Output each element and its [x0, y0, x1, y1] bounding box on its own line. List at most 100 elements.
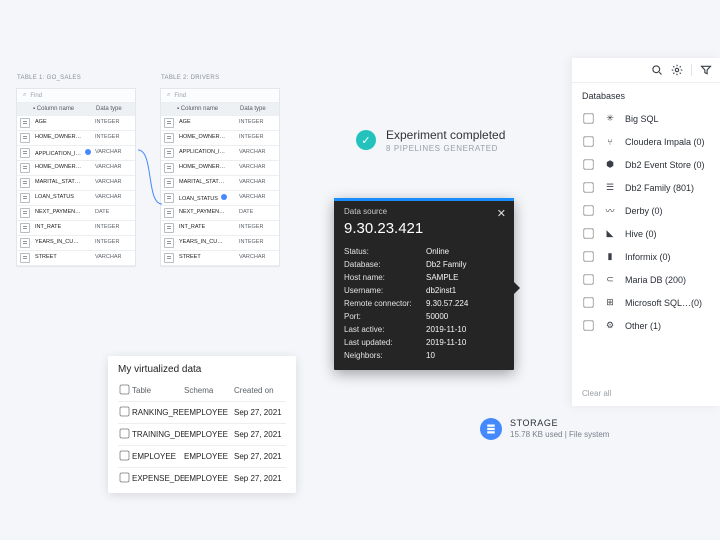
column-row[interactable]: HOME_OWNER…VARCHAR: [17, 161, 135, 176]
vd-schema: EMPLOYEE: [184, 408, 234, 417]
database-label: Cloudera Impala (0): [625, 137, 705, 147]
vd-schema: EMPLOYEE: [184, 452, 234, 461]
database-icon: 〰: [603, 204, 617, 217]
column-row[interactable]: INT_RATEINTEGER: [161, 221, 279, 236]
schema-table-1: Table 1: GO_SALES ⌕ Find ▪ Column name D…: [16, 88, 136, 267]
schema-table-1-header: ▪ Column name Data type: [17, 103, 135, 116]
column-row[interactable]: APPLICATION_I…VARCHAR: [161, 146, 279, 161]
column-icon: [20, 208, 30, 218]
schema-table-1-search[interactable]: ⌕ Find: [17, 89, 135, 103]
database-checkbox[interactable]: [583, 159, 593, 169]
column-row[interactable]: HOME_OWNER…INTEGER: [17, 131, 135, 146]
database-icon: ⊞: [603, 297, 617, 308]
column-icon: [20, 148, 30, 158]
vd-schema: EMPLOYEE: [184, 474, 234, 483]
column-row[interactable]: STREETVARCHAR: [161, 251, 279, 266]
ds-value: 50000: [426, 312, 448, 321]
column-icon: [164, 148, 174, 158]
column-icon: [20, 238, 30, 248]
database-item[interactable]: ⊞Microsoft SQL…(0): [572, 291, 720, 314]
column-name: NEXT_PAYMEN…: [33, 206, 93, 220]
column-row[interactable]: APPLICATION_I… VARCHAR: [17, 146, 135, 161]
column-row[interactable]: YEARS_IN_CU…INTEGER: [161, 236, 279, 251]
column-row[interactable]: YEARS_IN_CU…INTEGER: [17, 236, 135, 251]
row-checkbox[interactable]: [120, 451, 130, 461]
clear-all-button[interactable]: Clear all: [572, 381, 720, 406]
database-checkbox[interactable]: [583, 228, 593, 238]
column-row[interactable]: LOAN_STATUSVARCHAR: [17, 191, 135, 206]
vd-table-name: EMPLOYEE: [132, 452, 184, 461]
row-checkbox[interactable]: [120, 429, 130, 439]
table-row[interactable]: EXPENSE_DETAILEMPLOYEESep 27, 2021: [118, 468, 286, 489]
close-icon[interactable]: ✕: [497, 207, 506, 220]
ds-key: Last updated:: [344, 338, 426, 347]
column-row[interactable]: MARITAL_STAT…VARCHAR: [161, 176, 279, 191]
database-checkbox[interactable]: [583, 113, 593, 123]
table-row[interactable]: RANKING_RESULTSEMPLOYEESep 27, 2021: [118, 402, 286, 424]
database-checkbox[interactable]: [583, 274, 593, 284]
column-row[interactable]: HOME_OWNER…VARCHAR: [161, 161, 279, 176]
column-row[interactable]: LOAN_STATUS VARCHAR: [161, 191, 279, 206]
column-type: VARCHAR: [237, 176, 279, 190]
filter-icon[interactable]: [700, 64, 712, 76]
column-row[interactable]: INT_RATEINTEGER: [17, 221, 135, 236]
gear-icon[interactable]: [671, 64, 683, 76]
database-checkbox[interactable]: [583, 205, 593, 215]
column-row[interactable]: AGEINTEGER: [161, 116, 279, 131]
storage-title: STORAGE: [510, 418, 609, 428]
column-name: HOME_OWNER…: [33, 131, 93, 145]
column-row[interactable]: NEXT_PAYMEN…DATE: [161, 206, 279, 221]
column-row[interactable]: HOME_OWNER…INTEGER: [161, 131, 279, 146]
database-item[interactable]: ⚙Other (1): [572, 314, 720, 337]
ds-key: Host name:: [344, 273, 426, 282]
databases-panel: Databases ✳Big SQL⑂Cloudera Impala (0)⬢D…: [572, 58, 720, 406]
database-item[interactable]: ✳Big SQL: [572, 107, 720, 130]
column-icon: [20, 193, 30, 203]
database-icon: ⬢: [603, 159, 617, 170]
column-icon: [164, 118, 174, 128]
search-icon[interactable]: [651, 64, 663, 76]
column-type: VARCHAR: [93, 191, 135, 205]
select-all-checkbox[interactable]: [120, 385, 130, 395]
column-row[interactable]: STREETVARCHAR: [17, 251, 135, 266]
database-item[interactable]: 〰Derby (0): [572, 199, 720, 222]
vd-table-name: TRAINING_DETAILS: [132, 430, 184, 439]
column-name: LOAN_STATUS: [177, 191, 237, 205]
row-checkbox[interactable]: [120, 407, 130, 417]
datasource-ip: 9.30.23.421: [334, 220, 514, 245]
column-row[interactable]: MARITAL_STAT…VARCHAR: [17, 176, 135, 191]
column-type: DATE: [237, 206, 279, 220]
database-checkbox[interactable]: [583, 251, 593, 261]
ds-key: Database:: [344, 260, 426, 269]
ds-value: SAMPLE: [426, 273, 458, 282]
row-checkbox[interactable]: [120, 473, 130, 483]
database-item[interactable]: ▮Informix (0): [572, 245, 720, 268]
datasource-row: Port:50000: [334, 310, 514, 323]
column-type: INTEGER: [237, 116, 279, 130]
table-row[interactable]: EMPLOYEEEMPLOYEESep 27, 2021: [118, 446, 286, 468]
column-name: INT_RATE: [33, 221, 93, 235]
database-checkbox[interactable]: [583, 136, 593, 146]
database-item[interactable]: ⬢Db2 Event Store (0): [572, 153, 720, 176]
experiment-subtitle: 8 PIPELINES GENERATED: [386, 144, 505, 153]
database-item[interactable]: ◣Hive (0): [572, 222, 720, 245]
schema-table-2-search[interactable]: ⌕ Find: [161, 89, 279, 103]
search-icon: ⌕: [23, 92, 26, 99]
column-row[interactable]: NEXT_PAYMEN…DATE: [17, 206, 135, 221]
database-item[interactable]: ☰Db2 Family (801): [572, 176, 720, 199]
column-row[interactable]: AGEINTEGER: [17, 116, 135, 131]
datasource-row: Last active:2019-11-10: [334, 323, 514, 336]
column-type: VARCHAR: [237, 251, 279, 265]
database-checkbox[interactable]: [583, 320, 593, 330]
database-checkbox[interactable]: [583, 297, 593, 307]
column-icon: [164, 223, 174, 233]
column-name: YEARS_IN_CU…: [177, 236, 237, 250]
vd-schema: EMPLOYEE: [184, 430, 234, 439]
table-row[interactable]: TRAINING_DETAILSEMPLOYEESep 27, 2021: [118, 424, 286, 446]
database-item[interactable]: ⑂Cloudera Impala (0): [572, 130, 720, 153]
database-item[interactable]: ⊂Maria DB (200): [572, 268, 720, 291]
database-checkbox[interactable]: [583, 182, 593, 192]
column-type: VARCHAR: [237, 146, 279, 160]
vd-created: Sep 27, 2021: [234, 452, 286, 461]
ds-value: 2019-11-10: [426, 325, 466, 334]
